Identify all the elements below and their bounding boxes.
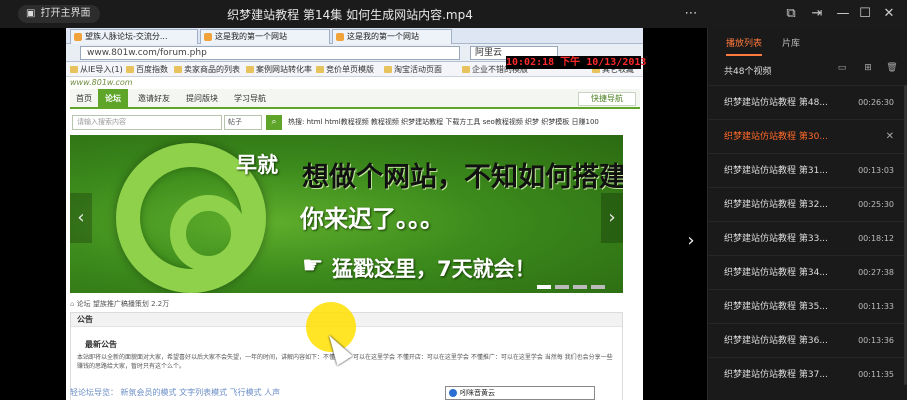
- playlist-item-active[interactable]: 织梦建站仿站教程 第30... ✕: [708, 119, 907, 153]
- nav-forum: 论坛: [98, 89, 128, 109]
- search-icon: ⌕: [266, 115, 282, 130]
- nav-learning: 学习导航: [234, 94, 266, 103]
- banner-dot: [573, 285, 587, 289]
- playlist-item-duration: 00:25:30: [858, 200, 894, 209]
- site-search-input: 请输入搜索内容: [72, 115, 222, 130]
- playlist-item-title: 织梦建站仿站教程 第36...: [724, 336, 828, 346]
- minimize-icon[interactable]: —: [834, 5, 852, 23]
- favorite-item: 卖家商品的列表: [174, 64, 240, 75]
- playlist-item-duration: 00:11:35: [858, 370, 894, 379]
- address-field: www.801w.com/forum.php: [80, 46, 460, 60]
- banner-text: 想做个网站，不知如何搭建？: [302, 162, 623, 193]
- browser-tab: 望族人脉论坛-交流分...: [70, 29, 198, 44]
- playlist-item-duration: 00:26:30: [858, 98, 894, 107]
- playlist-item-title: 织梦建站仿站教程 第31...: [724, 166, 828, 176]
- notice-title: 最新公告: [85, 340, 117, 349]
- playlist-item[interactable]: 织梦建站仿站教程 第34... 00:27:38: [708, 255, 907, 289]
- browser-tab-strip: 望族人脉论坛-交流分... 这是我的第一个网站 这是我的第一个网站: [66, 28, 643, 44]
- maximize-icon[interactable]: ☐: [856, 5, 874, 23]
- favorite-item: 淘宝活动页面: [384, 64, 442, 75]
- favorite-item: 案例网站转化率: [246, 64, 312, 75]
- favorite-item: 竞价单页模版: [316, 64, 374, 75]
- video-player-window: ▣ 打开主界面 织梦建站教程 第14集 如何生成网站内容.mp4 ⋯ ⧉ ⇥ —…: [0, 0, 907, 400]
- banner-dot: [555, 285, 569, 289]
- banner-text: 猛戳这里，7天就会！: [332, 257, 536, 281]
- playlist-item[interactable]: 织梦建站仿站教程 第31... 00:13:03: [708, 153, 907, 187]
- site-logo: www.801w.com: [70, 78, 133, 87]
- breadcrumb-text: 论坛 望族推广稿播策划 2.2万: [76, 300, 170, 308]
- playlist-item-duration: 00:27:38: [858, 268, 894, 277]
- close-icon[interactable]: ✕: [886, 120, 894, 154]
- playlist-item[interactable]: 织梦建站仿站教程 第37... 00:11:35: [708, 357, 907, 391]
- screen-icon[interactable]: ⧉: [782, 5, 800, 23]
- pointing-hand-icon: ☛: [302, 251, 324, 279]
- playlist-item-title: 织梦建站仿站教程 第33...: [724, 234, 828, 244]
- playlist-item[interactable]: 织梦建站仿站教程 第36... 00:13:36: [708, 323, 907, 357]
- playlist-item-title: 织梦建站仿站教程 第35...: [724, 302, 828, 312]
- playlist-item[interactable]: 织梦建站仿站教程 第33... 00:18:12: [708, 221, 907, 255]
- title-bar: ▣ 打开主界面 织梦建站教程 第14集 如何生成网站内容.mp4 ⋯ ⧉ ⇥ —…: [0, 0, 907, 28]
- site-nav: 首页 论坛 邀请好友 提问版块 学习导航 快捷导航: [70, 89, 640, 109]
- hot-words: 热搜: html html教程视频 教程视频 织梦建站教程 下载方工具 seo教…: [288, 118, 599, 126]
- search-type-select: 帖子: [224, 115, 262, 130]
- tab-playlist[interactable]: 播放列表: [726, 38, 763, 56]
- playlist-item-title: 织梦建站仿站教程 第30...: [724, 132, 828, 142]
- banner-text: 早就: [236, 153, 278, 177]
- favorite-item: 从IE导入(1): [70, 64, 123, 75]
- video-frame: 望族人脉论坛-交流分... 这是我的第一个网站 这是我的第一个网站 www.80…: [66, 28, 643, 400]
- banner-prev-icon: ‹: [70, 193, 92, 243]
- nav-home: 首页: [76, 94, 92, 103]
- banner-dot: [537, 285, 551, 289]
- notification-popup: 吲咪音黄云: [445, 386, 595, 400]
- playlist-item-title: 织梦建站仿站教程 第48...: [724, 98, 828, 108]
- browser-tab: 这是我的第一个网站: [200, 29, 330, 44]
- quick-nav: 快捷导航: [578, 92, 636, 106]
- nav-questions: 提问版块: [186, 94, 218, 103]
- list-icon[interactable]: ⋯: [682, 5, 700, 23]
- delete-icon[interactable]: 🗑: [886, 62, 898, 74]
- pin-icon[interactable]: ⇥: [808, 5, 826, 23]
- playlist-item-title: 织梦建站仿站教程 第37...: [724, 370, 828, 380]
- playlist-panel: 播放列表 片库 共48个视频 ▭ ⊞ 🗑 织梦建站仿站教程 第48... 00:…: [707, 28, 907, 400]
- playlist-item-title: 织梦建站仿站教程 第32...: [724, 200, 828, 210]
- playlist-item[interactable]: 织梦建站仿站教程 第48... 00:26:30: [708, 85, 907, 119]
- favorite-item: 百度指数: [126, 64, 168, 75]
- playlist-item-duration: 00:18:12: [858, 234, 894, 243]
- playlist-item-duration: 00:13:36: [858, 336, 894, 345]
- home-icon: ⌂: [70, 300, 77, 308]
- banner-text: 你来迟了。。。: [300, 205, 444, 233]
- playlist: 织梦建站仿站教程 第48... 00:26:30 织梦建站仿站教程 第30...…: [708, 85, 907, 391]
- site-search-row: 请输入搜索内容 帖子 ⌕ 热搜: html html教程视频 教程视频 织梦建站…: [70, 114, 640, 132]
- banner-dot: [591, 285, 605, 289]
- playlist-item[interactable]: 织梦建站仿站教程 第35... 00:11:33: [708, 289, 907, 323]
- tab-library[interactable]: 片库: [782, 38, 800, 51]
- add-file-icon[interactable]: ⊞: [862, 62, 874, 74]
- playlist-item-duration: 00:11:33: [858, 302, 894, 311]
- close-icon[interactable]: ✕: [880, 5, 898, 23]
- playlist-item-duration: 00:13:03: [858, 166, 894, 175]
- promo-banner: 早就 想做个网站，不知如何搭建？ 你来迟了。。。 ☛ 猛戳这里，7天就会！ ‹ …: [70, 135, 623, 293]
- open-folder-icon[interactable]: ▭: [836, 62, 848, 74]
- banner-next-icon: ›: [601, 193, 623, 243]
- browser-tab: 这是我的第一个网站: [332, 29, 452, 44]
- video-title: 织梦建站教程 第14集 如何生成网站内容.mp4: [227, 8, 473, 22]
- playlist-item-title: 织梦建站仿站教程 第34...: [724, 268, 828, 278]
- video-area[interactable]: 望族人脉论坛-交流分... 这是我的第一个网站 这是我的第一个网站 www.80…: [0, 28, 707, 400]
- video-count: 共48个视频: [724, 67, 772, 77]
- recording-clock: 10:02:18 下午 10/13/2013: [506, 56, 647, 69]
- chevron-right-icon[interactable]: ›: [683, 230, 699, 252]
- nav-invite: 邀请好友: [138, 94, 170, 103]
- playlist-item[interactable]: 织梦建站仿站教程 第32... 00:25:30: [708, 187, 907, 221]
